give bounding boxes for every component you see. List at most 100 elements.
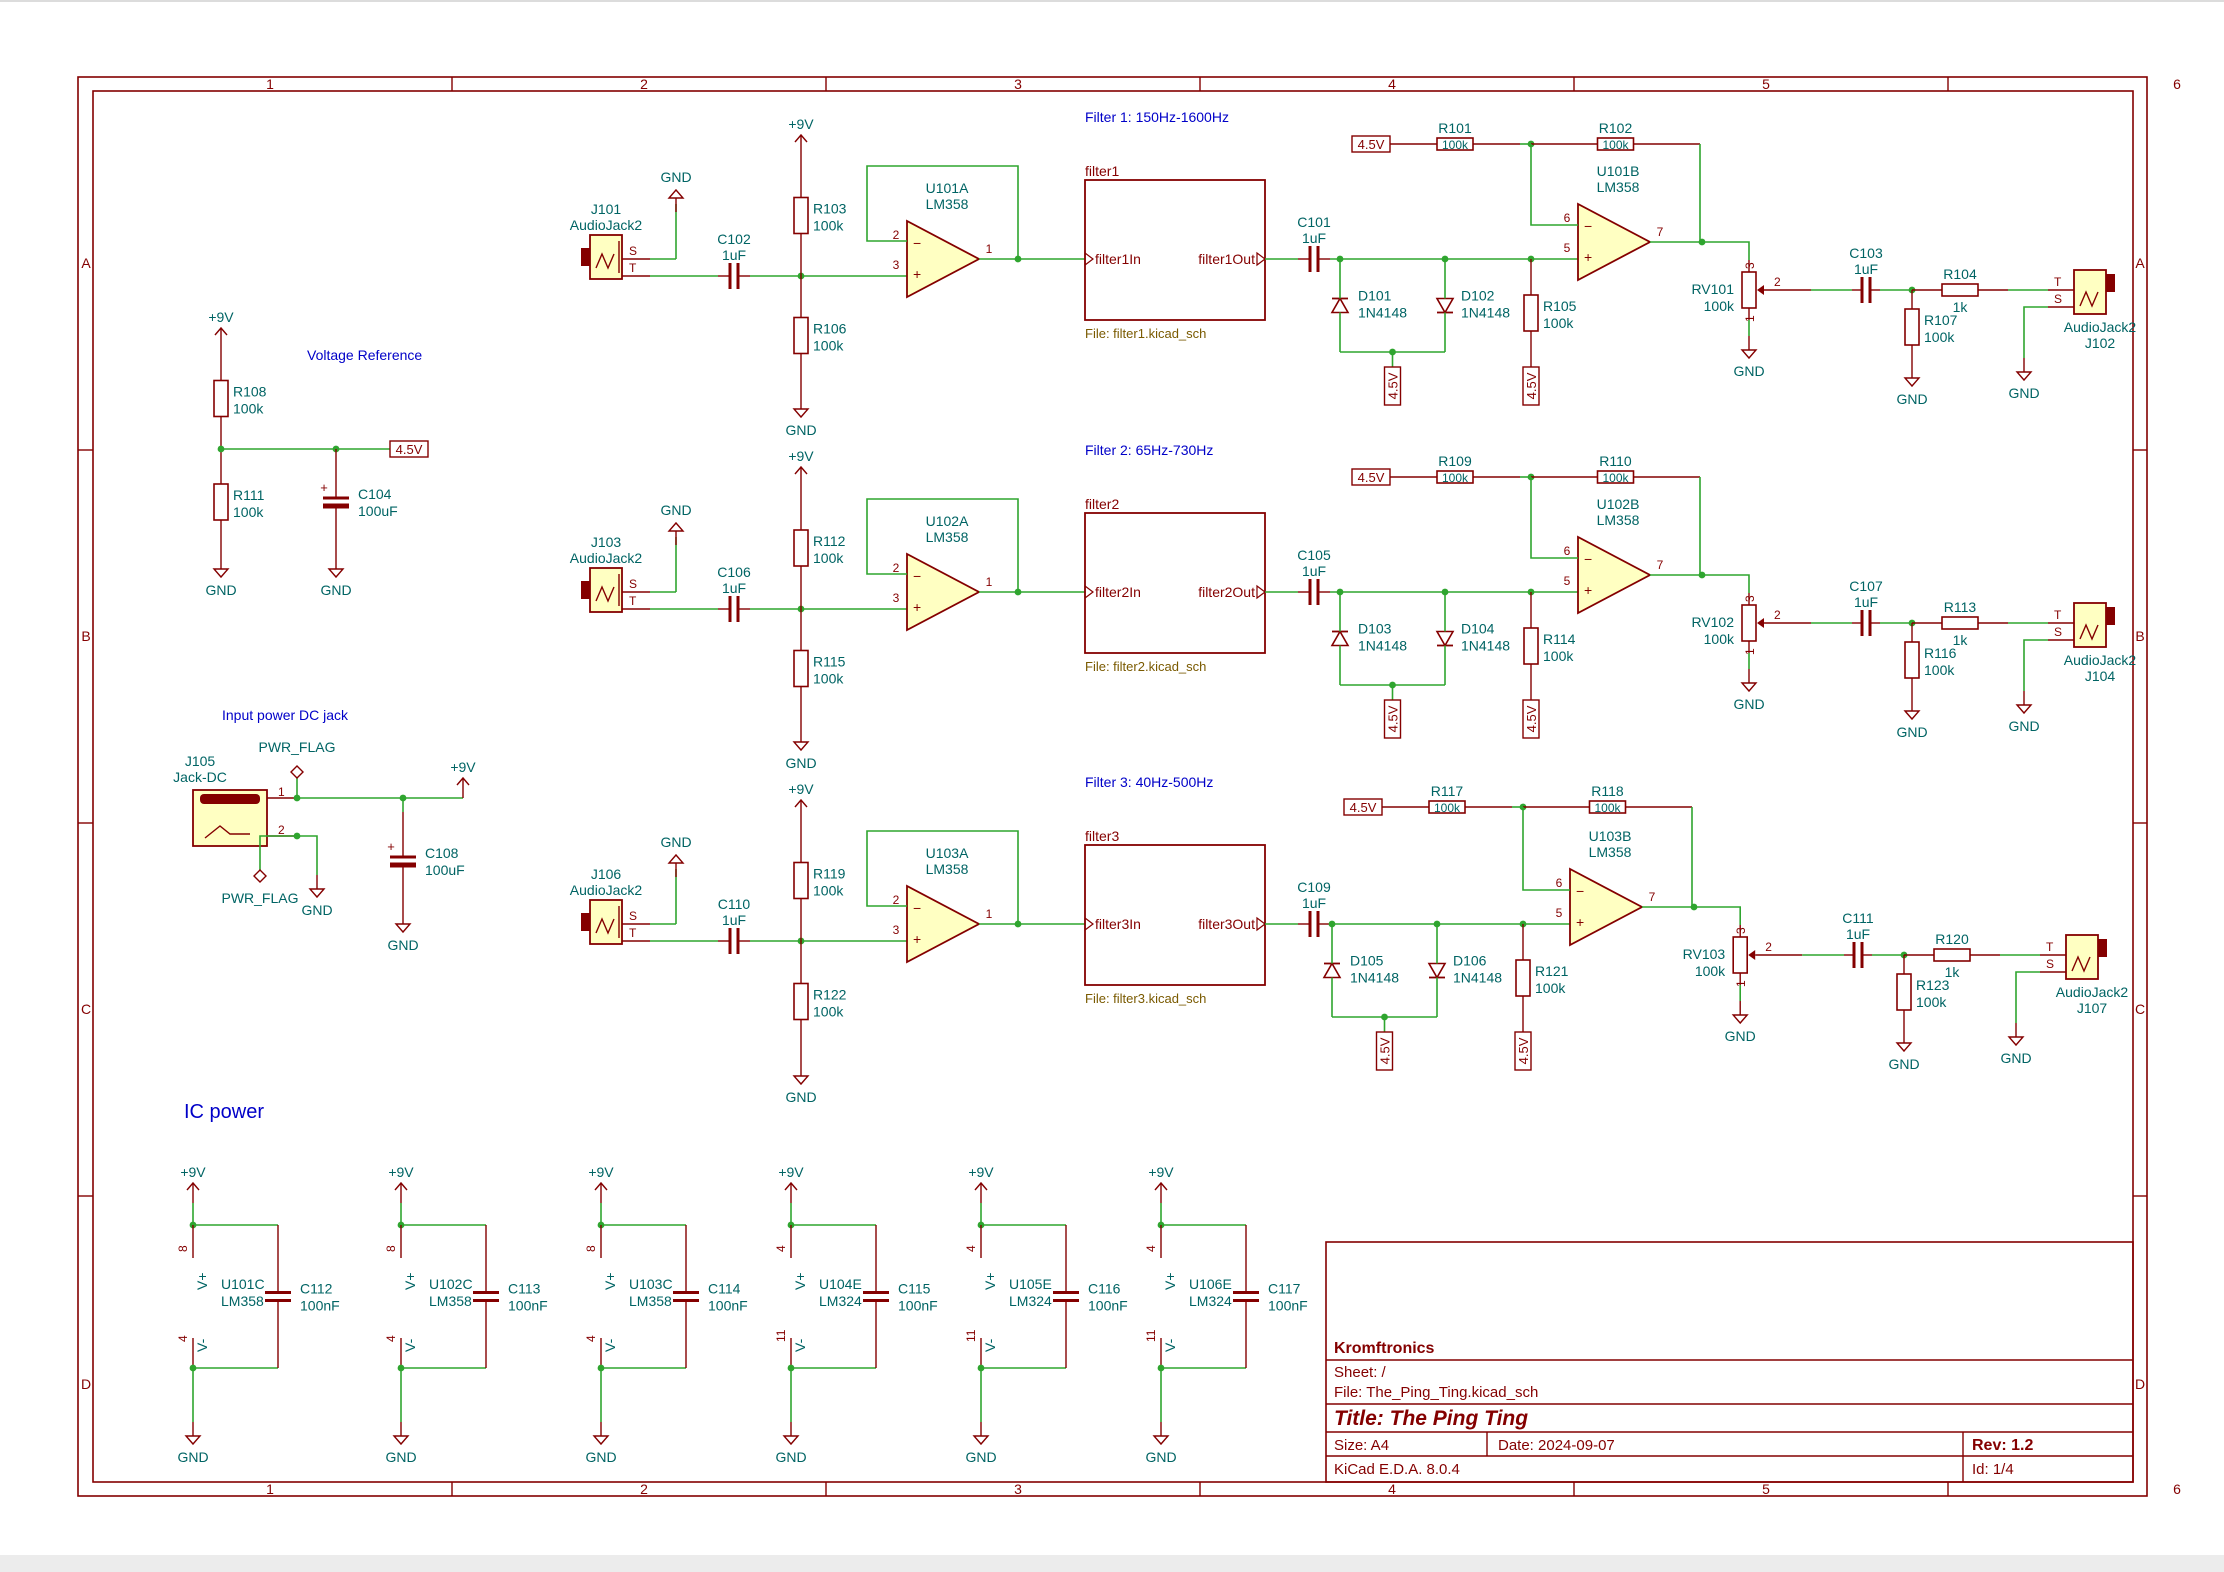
- frame-column-label: 4: [1388, 1481, 1396, 1497]
- capacitor-ref: C112: [300, 1281, 333, 1297]
- opamp-plus: +: [913, 266, 921, 282]
- pin-number: 2: [893, 893, 900, 907]
- filter-note: Filter 1: 150Hz-1600Hz: [1085, 109, 1229, 125]
- resistor-value: 100k: [1535, 980, 1566, 996]
- resistor-value: 100k: [1543, 648, 1574, 664]
- resistor-value: 100k: [813, 338, 844, 354]
- frame-row-label: D: [2135, 1376, 2145, 1392]
- resistor-symbol: [1523, 627, 1539, 665]
- resistor-value: 100k: [813, 1004, 844, 1020]
- gnd-label: GND: [2008, 385, 2039, 401]
- gnd-symbol: [394, 923, 412, 934]
- pwr-flag-label: PWR_FLAG: [221, 890, 298, 906]
- capacitor-value: 1uF: [1302, 563, 1326, 579]
- gnd-label: GND: [1725, 1028, 1756, 1044]
- pot-symbol: [1741, 271, 1757, 309]
- resistor-symbol: [213, 379, 229, 418]
- ic-power-ref: U104E: [819, 1276, 862, 1292]
- jack-body: [589, 234, 623, 280]
- resistor-symbol: [793, 529, 809, 567]
- gnd-symbol: [667, 521, 685, 532]
- opamp-minus: −: [1584, 218, 1592, 234]
- resistor-ref: R101: [1438, 120, 1472, 136]
- gnd-symbol: [1903, 377, 1921, 388]
- resistor-symbol: [793, 649, 809, 688]
- resistor-symbol: [1904, 641, 1920, 679]
- gnd-label: GND: [1896, 391, 1927, 407]
- gnd-label: GND: [177, 1449, 208, 1465]
- pin-number: 1: [1743, 648, 1757, 655]
- wire: [2015, 971, 2040, 1023]
- pin-number: 1: [278, 785, 285, 799]
- pin-number: 11: [964, 1329, 978, 1342]
- opamp-value: LM358: [926, 861, 969, 877]
- pin-number: 4: [774, 1245, 788, 1252]
- resistor-ref: R120: [1935, 931, 1969, 947]
- pin-number: 7: [1657, 558, 1664, 572]
- capacitor-ref: C116: [1088, 1281, 1121, 1297]
- wire: [1702, 574, 1750, 593]
- vcc-label: +9V: [788, 448, 814, 464]
- diode-ref: D104: [1461, 621, 1495, 637]
- v-minus-label: V-: [982, 1338, 998, 1352]
- wire: [2023, 639, 2048, 691]
- gnd-label: GND: [785, 1089, 816, 1105]
- pin-number: 2: [893, 561, 900, 575]
- gnd-symbol: [782, 1435, 800, 1446]
- v-plus-label: V+: [402, 1272, 418, 1290]
- vcc-label: +9V: [388, 1164, 414, 1180]
- frame-column-label: 3: [1014, 76, 1022, 92]
- opamp-value: LM358: [1597, 179, 1640, 195]
- opamp-ref: U103B: [1589, 828, 1632, 844]
- resistor-symbol: [793, 316, 809, 355]
- gnd-symbol: [667, 188, 685, 199]
- pin-number: 1: [986, 242, 993, 256]
- pin-number: 8: [584, 1245, 598, 1252]
- gnd-symbol: [1731, 1014, 1749, 1025]
- capacitor-ref: C108: [425, 845, 459, 861]
- diode-value: 1N4148: [1453, 970, 1502, 986]
- pot-symbol: [1732, 936, 1748, 974]
- diode-value: 1N4148: [1461, 305, 1510, 321]
- resistor-ref: R116: [1924, 645, 1957, 661]
- diode-ref: D101: [1358, 288, 1392, 304]
- frame-column-label: 6: [2173, 1481, 2181, 1497]
- sheet-pin-in: [1084, 916, 1094, 932]
- resistor-ref: R122: [813, 987, 847, 1003]
- gnd-symbol: [1740, 349, 1758, 360]
- opamp-minus: −: [913, 568, 921, 584]
- diode-symbol: [1330, 629, 1350, 647]
- vref-label: 4.5V: [1516, 1037, 1531, 1064]
- pin-number: 1: [1734, 980, 1748, 987]
- v-plus-label: V+: [982, 1272, 998, 1290]
- resistor-ref: R109: [1438, 453, 1472, 469]
- pin-number: 4: [964, 1245, 978, 1252]
- jack-value: AudioJack2: [570, 217, 643, 233]
- gnd-label: GND: [1733, 363, 1764, 379]
- frame-column-label: 2: [640, 1481, 648, 1497]
- v-plus-label: V+: [602, 1272, 618, 1290]
- diode-symbol: [1427, 962, 1447, 980]
- resistor-ref: R115: [813, 654, 846, 670]
- gnd-label: GND: [2000, 1050, 2031, 1066]
- jack-pin-t: T: [629, 594, 637, 608]
- junction-dot: [1014, 588, 1022, 596]
- gnd-symbol: [1740, 682, 1758, 693]
- sheet-path: Sheet: /: [1334, 1364, 1387, 1381]
- v-minus-label: V-: [792, 1338, 808, 1352]
- resistor-ref: R107: [1924, 312, 1958, 328]
- capacitor-ref: C113: [508, 1281, 541, 1297]
- jack-value: AudioJack2: [2064, 319, 2137, 335]
- pot-ref: RV101: [1691, 281, 1734, 297]
- jack-ref: J101: [591, 201, 622, 217]
- sheet-pin-in: [1084, 251, 1094, 267]
- pin-number: 5: [1556, 906, 1563, 920]
- resistor-ref: R105: [1543, 298, 1577, 314]
- pin-number: 1: [986, 907, 993, 921]
- frame-row-label: D: [81, 1376, 91, 1392]
- gnd-symbol: [392, 1435, 410, 1446]
- pin-number: 2: [1765, 940, 1772, 954]
- vcc-label: +9V: [788, 781, 814, 797]
- frame-column-label: 4: [1388, 76, 1396, 92]
- opamp-minus: −: [1576, 883, 1584, 899]
